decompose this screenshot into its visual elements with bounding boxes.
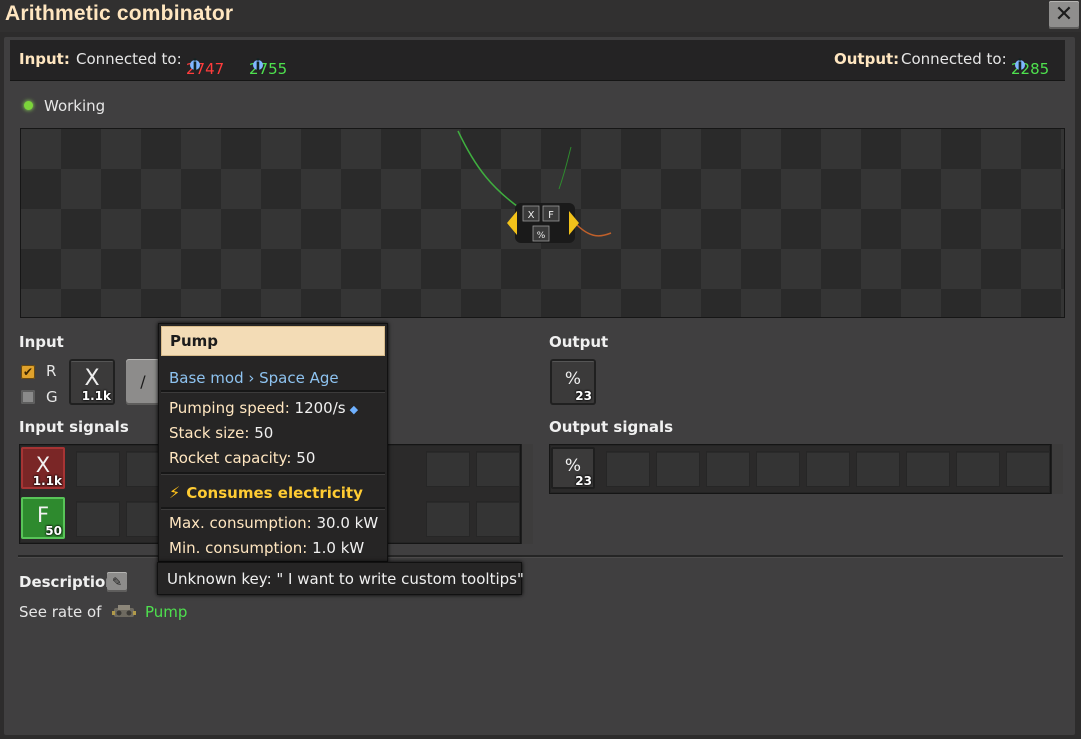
first-operand-signal-button[interactable]: X 1.1k (69, 359, 115, 405)
tooltip-rocket-capacity: Rocket capacity: 50 (169, 449, 315, 467)
input-signal-x-count: 1.1k (32, 474, 62, 488)
empty-slot (426, 451, 470, 487)
preview-glyph-percent: % (537, 231, 546, 241)
electricity-label: Consumes electricity (186, 484, 363, 502)
pumping-speed-label: Pumping speed: (169, 399, 290, 417)
output-section-label: Output (549, 333, 609, 351)
output-signals-scrollbar[interactable] (1051, 444, 1063, 494)
output-signals-label: Output signals (549, 418, 674, 436)
rocket-capacity-label: Rocket capacity: (169, 449, 292, 467)
empty-slot (906, 451, 950, 487)
empty-slot (476, 501, 520, 537)
input-connection-label: Input: (19, 50, 70, 68)
stack-size-label: Stack size: (169, 424, 250, 442)
input-connected-to-text: Connected to: (76, 50, 182, 68)
info-icon: i (1015, 58, 1025, 73)
pumping-speed-value: 1200/s (294, 399, 346, 417)
pump-tooltip: Pump Base mod › Space Age Pumping speed:… (158, 323, 388, 562)
entity-preview[interactable]: X F % (20, 128, 1065, 318)
output-signal-count: 23 (575, 389, 592, 403)
description-prefix: See rate of (19, 603, 102, 621)
edit-description-button[interactable]: ✎ (107, 572, 127, 592)
empty-slot (76, 451, 120, 487)
output-signal-percent-glyph: % (564, 456, 582, 476)
preview-glyph-x: X (528, 210, 535, 221)
green-wire-checkbox-label: G (46, 388, 58, 406)
red-wire-checkbox-label: R (46, 362, 57, 380)
empty-slot (856, 451, 900, 487)
combinator-preview-graphic: X F % (457, 130, 612, 243)
empty-slot (956, 451, 1000, 487)
checkmark-icon: ✔ (22, 365, 34, 379)
input-signal-x[interactable]: X 1.1k (21, 447, 65, 489)
output-signal-glyph: % (564, 369, 582, 389)
empty-slot (756, 451, 800, 487)
input-signals-label: Input signals (19, 418, 129, 436)
description-text: See rate of Pump (19, 603, 187, 621)
max-consumption-value: 30.0 kW (316, 514, 379, 532)
quality-diamond-icon: ◆ (349, 403, 359, 416)
description-label: Description (19, 573, 117, 591)
input-signals-scrollbar[interactable] (521, 444, 533, 544)
close-button[interactable]: ✕ (1049, 1, 1079, 29)
tooltip-separator (161, 507, 385, 510)
operator-glyph: / (140, 372, 146, 391)
rocket-capacity-value: 50 (296, 449, 316, 467)
tooltip-min-consumption: Min. consumption: 1.0 kW (169, 539, 364, 557)
tooltip-electricity-header: ⚡ Consumes electricity (169, 483, 363, 502)
empty-slot (476, 451, 520, 487)
close-icon: ✕ (1054, 2, 1074, 27)
status-dot-icon (24, 101, 33, 110)
pump-icon (112, 605, 137, 617)
output-signal-percent-count: 23 (575, 474, 592, 488)
red-wire-checkbox[interactable]: ✔ (21, 365, 35, 379)
tooltip-title: Pump (170, 332, 219, 350)
tooltip-description-text: Unknown key: " I want to write custom to… (167, 570, 524, 588)
preview-glyph-f: F (548, 210, 554, 221)
tooltip-separator (161, 472, 385, 475)
empty-slot (806, 451, 850, 487)
max-consumption-label: Max. consumption: (169, 514, 312, 532)
tooltip-mod-path: Base mod › Space Age (169, 369, 339, 387)
input-signal-f[interactable]: F 50 (21, 497, 65, 539)
green-wire-checkbox[interactable] (21, 390, 35, 404)
min-consumption-label: Min. consumption: (169, 539, 308, 557)
output-signal-button[interactable]: % 23 (550, 359, 596, 405)
first-operand-glyph: X (84, 366, 100, 391)
tooltip-pumping-speed: Pumping speed: 1200/s ◆ (169, 399, 358, 417)
empty-slot (606, 451, 650, 487)
stack-size-value: 50 (254, 424, 274, 442)
window-title: Arithmetic combinator (5, 2, 234, 25)
empty-slot (426, 501, 470, 537)
output-signals-grid (549, 444, 1051, 494)
output-connected-to-text: Connected to: (901, 50, 1007, 68)
operator-dropdown[interactable]: / (126, 359, 160, 405)
info-icon: i (253, 58, 263, 73)
output-connection-label: Output: (834, 50, 900, 68)
tooltip-description-box: Unknown key: " I want to write custom to… (157, 562, 524, 595)
output-signal-percent[interactable]: % 23 (551, 447, 595, 489)
empty-slot (656, 451, 700, 487)
first-operand-count: 1.1k (81, 389, 111, 403)
title-bar[interactable]: Arithmetic combinator ✕ (0, 0, 1081, 32)
info-icon: i (190, 58, 200, 73)
pump-link[interactable]: Pump (145, 603, 187, 621)
empty-slot (76, 501, 120, 537)
empty-slot (706, 451, 750, 487)
input-signal-f-count: 50 (45, 524, 62, 538)
status-text: Working (44, 97, 106, 115)
tooltip-max-consumption: Max. consumption: 30.0 kW (169, 514, 378, 532)
lightning-bolt-icon: ⚡ (169, 483, 181, 502)
tooltip-separator (161, 390, 385, 393)
connection-bar: Input: Connected to: 2747 i 2755 i Output:… (10, 40, 1065, 81)
input-section-label: Input (19, 333, 64, 351)
tooltip-stack-size: Stack size: 50 (169, 424, 273, 442)
tooltip-header: Pump (161, 326, 385, 356)
pencil-icon: ✎ (111, 575, 123, 589)
empty-slot (1006, 451, 1050, 487)
min-consumption-value: 1.0 kW (312, 539, 365, 557)
